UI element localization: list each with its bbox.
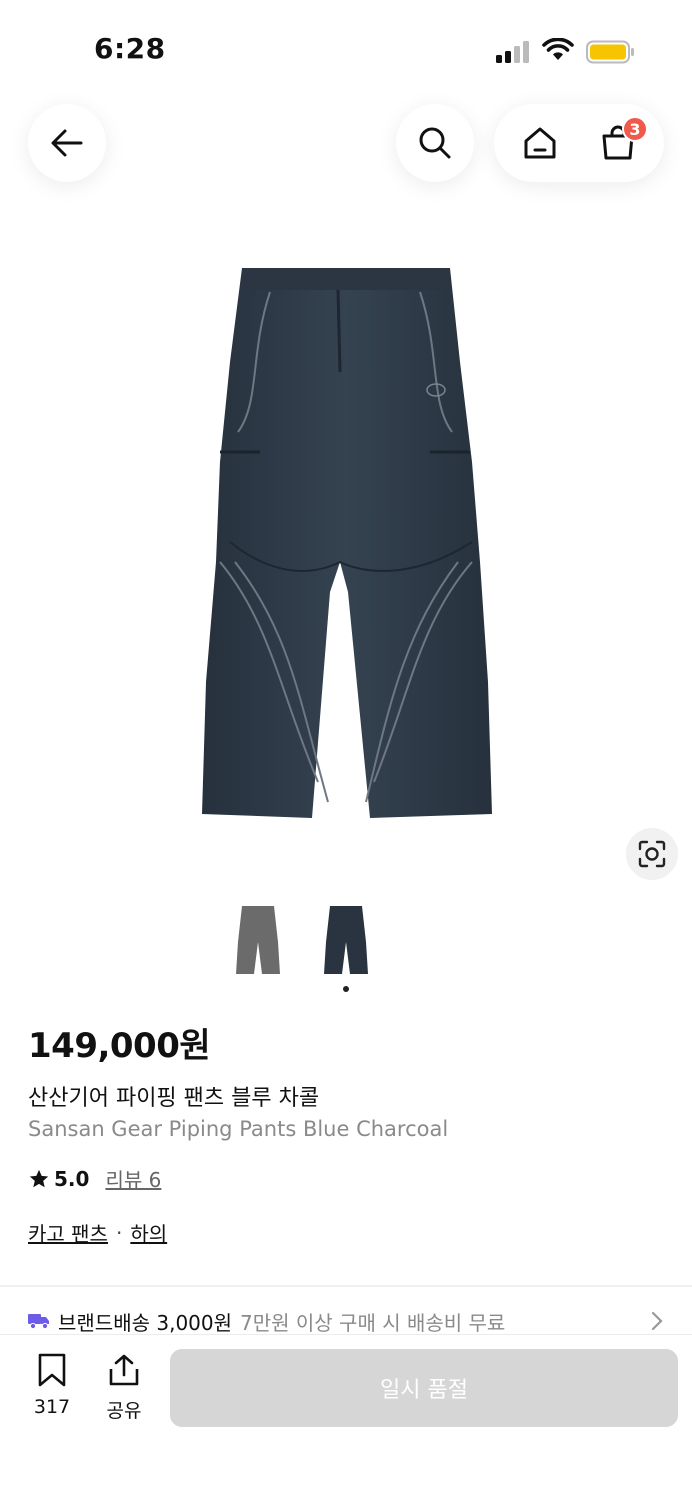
product-price: 149,000원 <box>28 1026 211 1066</box>
image-search-button[interactable] <box>626 828 678 880</box>
delivery-truck-icon <box>28 1314 49 1330</box>
category-link-bottoms[interactable]: 하의 <box>130 1218 167 1247</box>
category-separator: · <box>115 1220 123 1245</box>
chevron-right-icon <box>651 1311 663 1331</box>
bottom-action-bar: 317 공유 일시 품절 <box>0 1334 692 1500</box>
selected-variant-indicator <box>343 986 349 992</box>
variant-thumbnail-grey[interactable] <box>232 902 284 978</box>
review-link[interactable]: 리뷰 6 <box>105 1164 161 1193</box>
star-icon <box>29 1169 49 1187</box>
shipping-info-row[interactable]: 브랜드배송 3,000원 7만원 이상 구매 시 배송비 무료 <box>28 1306 668 1336</box>
wifi-icon <box>542 38 574 60</box>
home-cart-group: 3 <box>494 104 664 182</box>
category-link-cargo-pants[interactable]: 카고 팬츠 <box>28 1218 108 1247</box>
section-divider <box>0 1285 692 1287</box>
search-button[interactable] <box>396 104 474 182</box>
variant-thumbnail-navy[interactable] <box>320 902 372 978</box>
bookmark-icon <box>38 1353 66 1387</box>
product-name-english: Sansan Gear Piping Pants Blue Charcoal <box>28 1117 449 1141</box>
cart-button[interactable]: 3 <box>579 104 657 182</box>
rating-row: 5.0 리뷰 6 <box>28 1164 161 1193</box>
category-breadcrumb: 카고 팬츠 · 하의 <box>28 1218 167 1247</box>
share-icon <box>109 1354 139 1386</box>
lens-scan-icon <box>638 840 666 868</box>
bookmark-count: 317 <box>33 1396 71 1418</box>
shipping-fee: 브랜드배송 3,000원 <box>58 1310 233 1335</box>
rating-score: 5.0 <box>54 1166 90 1191</box>
product-name-korean: 산산기어 파이핑 팬츠 블루 차콜 <box>28 1086 320 1111</box>
arrow-left-icon <box>51 129 83 157</box>
home-button[interactable] <box>501 104 579 182</box>
cellular-signal-icon <box>496 41 529 63</box>
battery-icon <box>586 40 634 64</box>
cart-count-badge: 3 <box>622 116 648 142</box>
share-label: 공유 <box>106 1400 142 1422</box>
search-icon <box>419 127 451 159</box>
temporarily-sold-out-button[interactable]: 일시 품절 <box>170 1349 678 1427</box>
status-bar: 6:28 <box>0 0 692 100</box>
bookmark-button[interactable]: 317 <box>22 1353 82 1418</box>
share-button[interactable]: 공유 <box>94 1353 154 1423</box>
status-time: 6:28 <box>94 32 166 65</box>
free-shipping-condition: 7만원 이상 구매 시 배송비 무료 <box>240 1310 506 1335</box>
home-icon <box>524 127 556 159</box>
product-image[interactable] <box>190 262 500 822</box>
back-button[interactable] <box>28 104 106 182</box>
